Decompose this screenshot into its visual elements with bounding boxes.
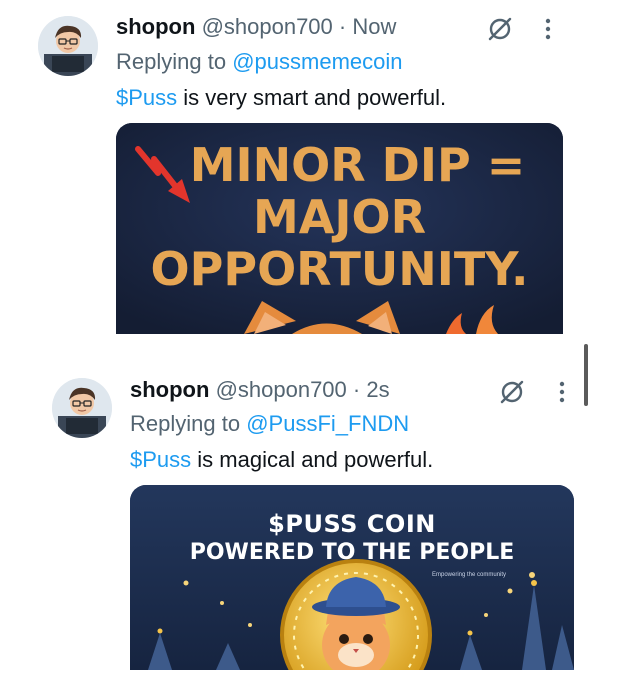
avatar[interactable] (52, 378, 112, 438)
author-name[interactable]: shopon (116, 14, 195, 39)
reply-mention-link[interactable]: @pussmemecoin (232, 49, 402, 74)
author-name[interactable]: shopon (130, 377, 209, 402)
image-headline-line3: OPPORTUNITY. (150, 242, 529, 296)
separator-dot: · (338, 14, 347, 39)
timestamp[interactable]: Now (352, 14, 396, 39)
image-small-caption: Empowering the community (432, 572, 507, 578)
replying-to: Replying to @PussFi_FNDN (130, 410, 409, 438)
tweet-text-body: is very smart and powerful. (177, 85, 447, 110)
more-options-icon[interactable] (558, 381, 566, 403)
image-headline-line1: MINOR DIP = (189, 138, 526, 192)
avatar[interactable] (38, 16, 98, 76)
author-handle[interactable]: @shopon700 (202, 14, 333, 39)
tweet-image[interactable]: $PUSS COIN POWERED TO THE PEOPLE Empower… (130, 485, 574, 670)
grok-icon[interactable] (498, 378, 526, 406)
separator-dot: · (352, 377, 361, 402)
author-handle[interactable]: @shopon700 (216, 377, 347, 402)
tweet-text: $Puss is magical and powerful. (130, 446, 433, 474)
tweet-text-body: is magical and powerful. (191, 447, 434, 472)
tweet-text: $Puss is very smart and powerful. (116, 84, 446, 112)
replying-to: Replying to @pussmemecoin (116, 48, 403, 76)
replying-prefix: Replying to (116, 49, 227, 74)
tweet-image[interactable]: MINOR DIP = MAJOR OPPORTUNITY. (116, 123, 563, 334)
timestamp[interactable]: 2s (366, 377, 389, 402)
more-options-icon[interactable] (544, 18, 552, 40)
reply-mention-link[interactable]: @PussFi_FNDN (246, 411, 409, 436)
tweet-2[interactable]: shopon @shopon700 · 2s Replying to @Puss… (0, 360, 640, 676)
cashtag-link[interactable]: $Puss (130, 447, 191, 472)
grok-icon[interactable] (486, 15, 514, 43)
image-headline-line2: MAJOR (252, 190, 427, 244)
replying-prefix: Replying to (130, 411, 241, 436)
cashtag-link[interactable]: $Puss (116, 85, 177, 110)
image-title: $PUSS COIN (268, 510, 436, 538)
image-subtitle: POWERED TO THE PEOPLE (189, 540, 515, 565)
tweet-1[interactable]: shopon @shopon700 · Now Replying to @pus… (0, 0, 640, 336)
